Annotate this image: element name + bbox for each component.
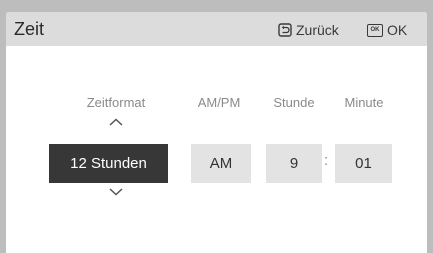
time-separator: : xyxy=(324,152,329,169)
header-bar: Zeit Zurück OK OK xyxy=(6,12,427,46)
back-arrow-icon xyxy=(278,23,292,37)
time-format-field[interactable]: 12 Stunden xyxy=(49,144,168,183)
ok-label: OK xyxy=(387,22,408,38)
am-pm-label: AM/PM xyxy=(197,95,241,110)
ok-button[interactable]: OK OK xyxy=(367,21,407,39)
am-pm-field[interactable]: AM xyxy=(191,144,251,183)
time-format-label: Zeitformat xyxy=(86,95,146,110)
back-button[interactable]: Zurück xyxy=(278,21,339,39)
ok-key-icon: OK xyxy=(367,23,383,37)
minute-label: Minute xyxy=(344,95,384,110)
chevron-down-icon[interactable] xyxy=(109,188,123,196)
page-title: Zeit xyxy=(14,19,45,39)
hour-label: Stunde xyxy=(273,95,315,110)
chevron-up-icon[interactable] xyxy=(109,118,123,126)
minute-field[interactable]: 01 xyxy=(335,144,392,183)
time-settings-screen: Zeit Zurück OK OK Zeitformat AM/PM Stund… xyxy=(6,12,427,253)
back-label: Zurück xyxy=(296,22,339,38)
hour-field[interactable]: 9 xyxy=(266,144,322,183)
